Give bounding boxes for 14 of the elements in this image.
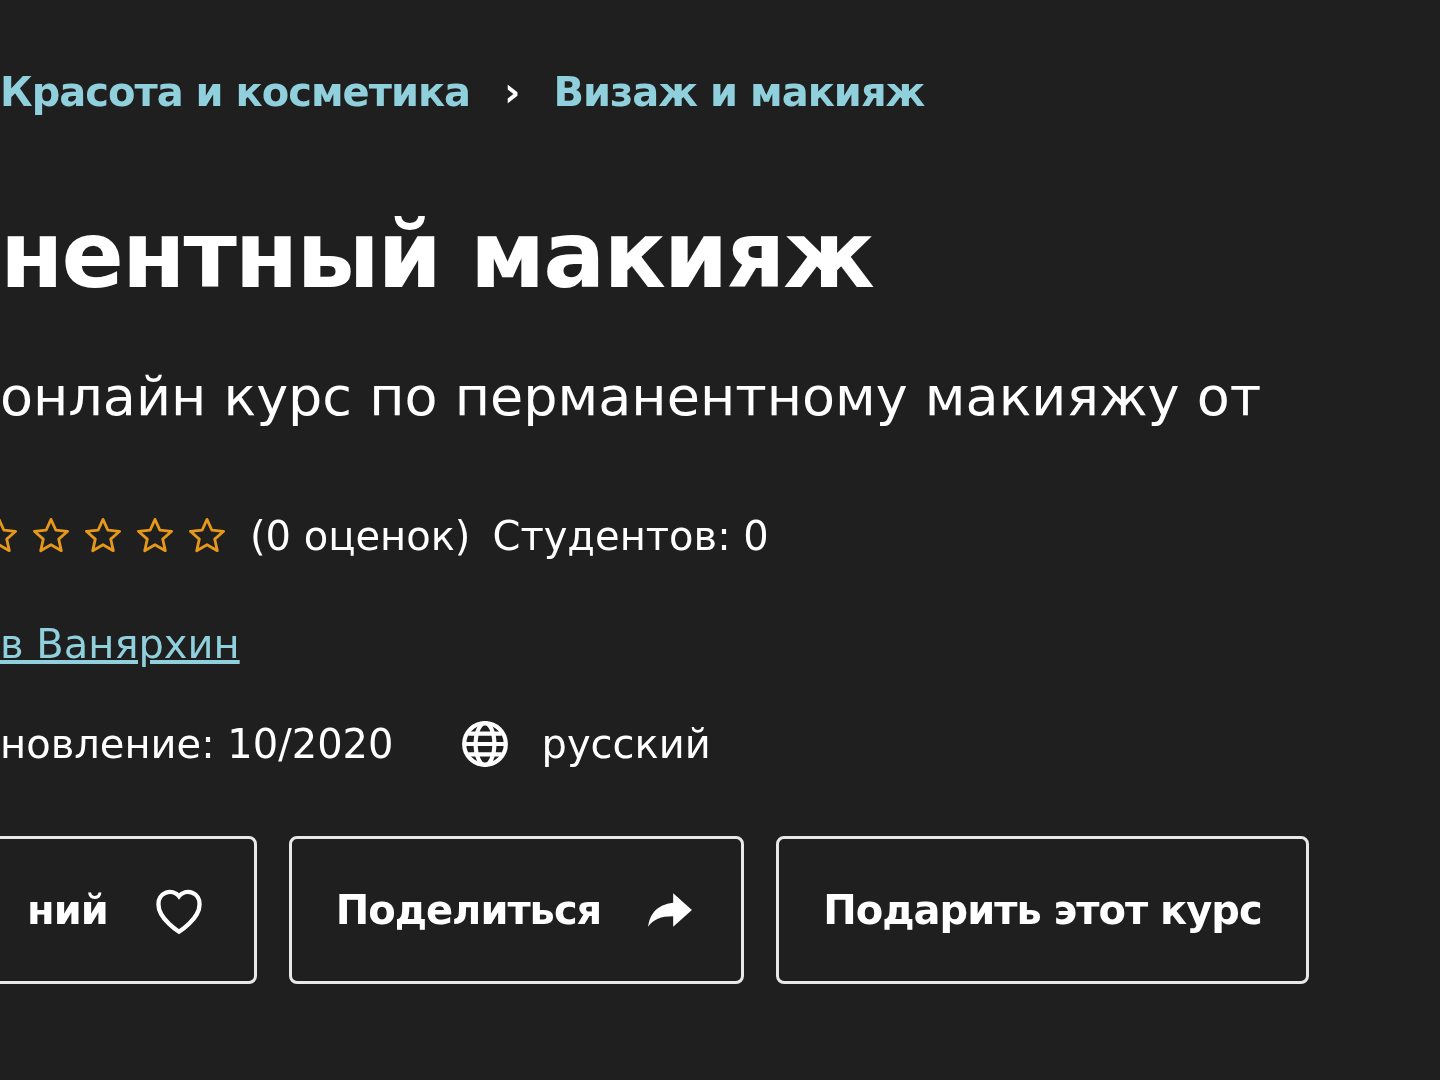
- wishlist-button[interactable]: ний: [0, 836, 257, 984]
- instructor-link[interactable]: в Ванярхин: [0, 614, 240, 674]
- breadcrumb-separator: ›: [504, 68, 520, 117]
- course-title: нентный макияж: [0, 210, 874, 302]
- globe-icon: [459, 719, 510, 769]
- gift-button[interactable]: Подарить этот курс: [776, 836, 1309, 984]
- breadcrumb-link[interactable]: Красота и косметика: [0, 62, 471, 122]
- rating-count: (0 оценок): [250, 512, 471, 561]
- share-button[interactable]: Поделиться: [288, 836, 745, 984]
- breadcrumb-link[interactable]: Визаж и макияж: [553, 62, 925, 122]
- course-subtitle: онлайн курс по перманентному макияжу от: [0, 370, 1263, 424]
- last-updated: новление: 10/2020: [0, 720, 394, 769]
- student-count: Студентов: 0: [492, 512, 769, 561]
- course-language: русский: [541, 720, 711, 769]
